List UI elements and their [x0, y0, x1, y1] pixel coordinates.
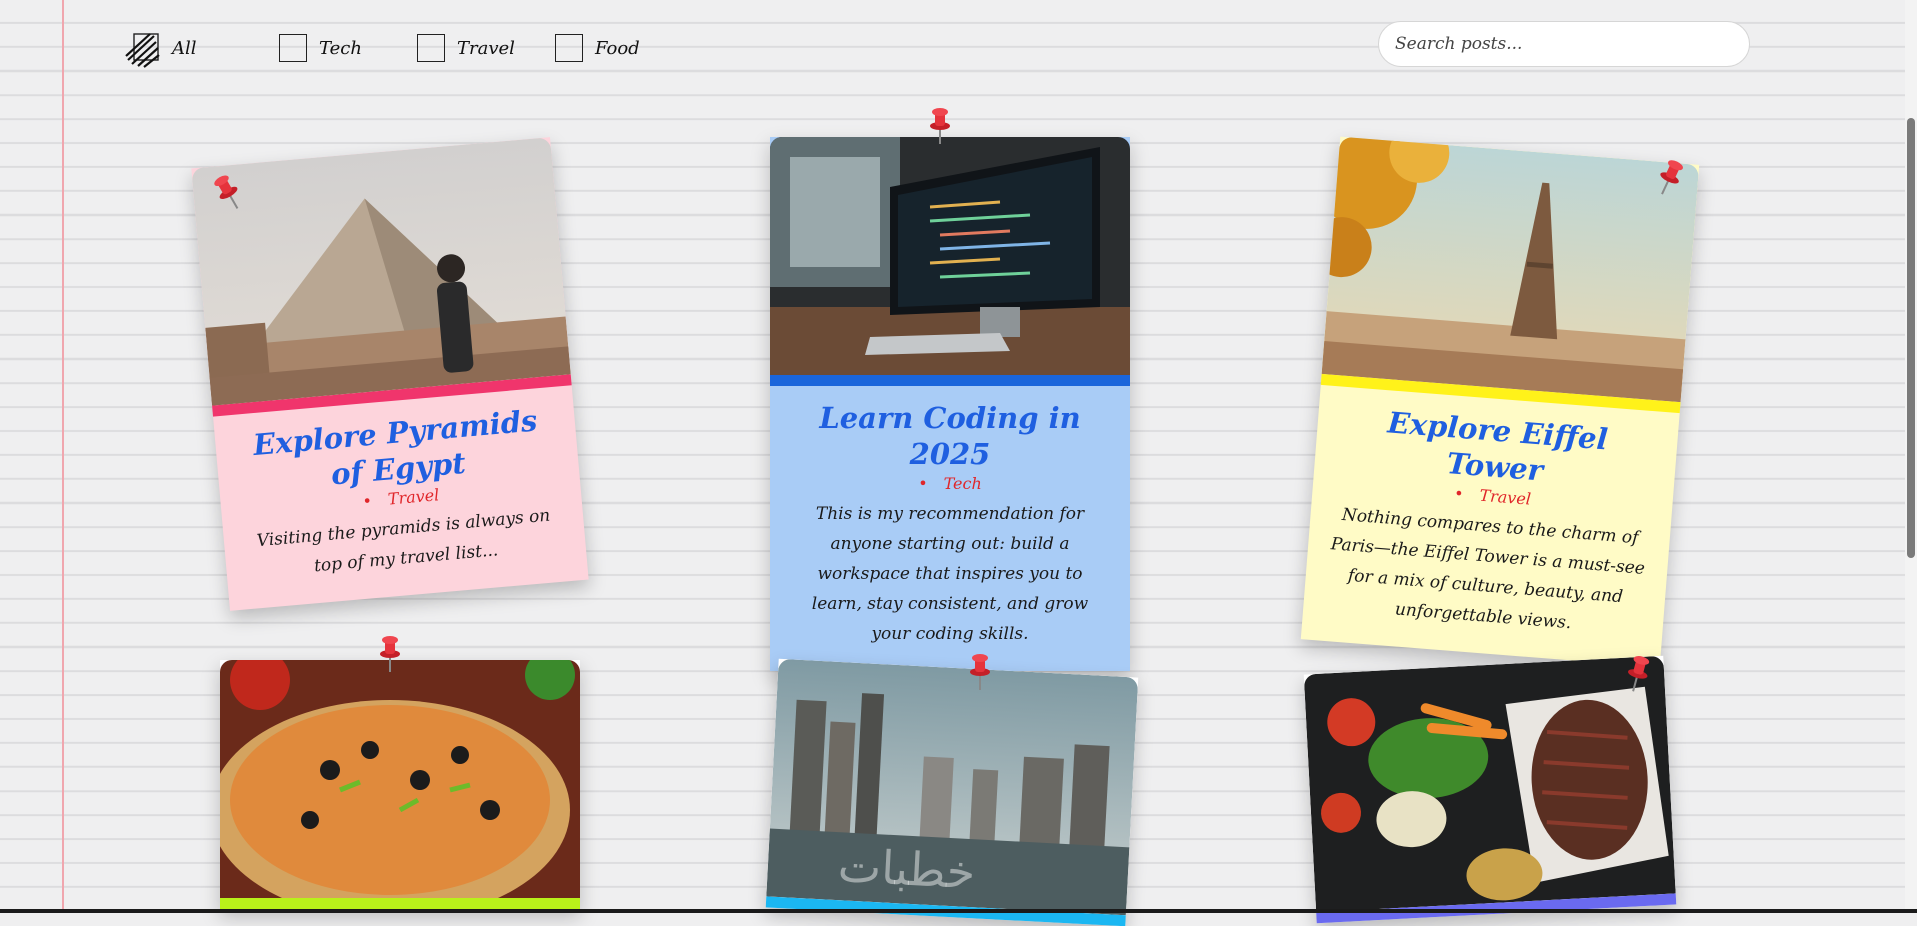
card-body: Explore Eiffel Tower Travel Nothing comp… [1301, 385, 1680, 667]
post-card-coding[interactable]: Learn Coding in 2025 Tech This is my rec… [770, 137, 1130, 671]
pushpin-icon [970, 654, 990, 690]
search-input[interactable] [1378, 21, 1750, 67]
card-body: Learn Coding in 2025 Tech This is my rec… [770, 386, 1130, 671]
post-excerpt: Nothing compares to the charm of Paris—t… [1330, 504, 1646, 634]
filter-food[interactable]: Food [555, 30, 640, 66]
card-color-stripe [770, 375, 1130, 386]
pizza-photo [220, 660, 580, 898]
filter-label-all: All [172, 37, 197, 59]
filter-checkbox-travel[interactable] [417, 34, 445, 62]
filter-label-food: Food [595, 37, 640, 59]
post-card-steak[interactable] [1303, 655, 1677, 924]
card-color-stripe [220, 898, 580, 909]
steak-vegetables-photo [1303, 655, 1676, 913]
pushpin-icon [380, 636, 400, 672]
computer-code-photo [770, 137, 1130, 375]
filter-travel[interactable]: Travel [417, 30, 515, 66]
watermark-text: خطبات [836, 838, 977, 900]
filter-checkbox-food[interactable] [555, 34, 583, 62]
filter-all[interactable]: All [125, 30, 197, 68]
notebook-margin-line [62, 0, 64, 913]
post-category: Tech [790, 474, 1110, 493]
scribble-check-icon [125, 33, 160, 68]
post-card-pizza[interactable] [220, 660, 580, 909]
pushpin-icon [930, 108, 950, 144]
pyramid-photo [191, 137, 571, 406]
city-marina-photo: خطبات [766, 658, 1139, 916]
post-excerpt: This is my recommendation for anyone sta… [811, 504, 1089, 644]
post-card-pyramids[interactable]: Explore Pyramids of Egypt Travel Visitin… [191, 137, 589, 611]
post-card-eiffel[interactable]: Explore Eiffel Tower Travel Nothing comp… [1300, 136, 1700, 668]
window-bottom-edge [0, 909, 1917, 913]
filter-checkbox-tech[interactable] [279, 34, 307, 62]
scrollbar-thumb[interactable] [1907, 118, 1915, 558]
filter-label-travel: Travel [457, 37, 515, 59]
post-card-city[interactable]: خطبات [765, 658, 1139, 926]
post-title[interactable]: Learn Coding in 2025 [790, 400, 1110, 472]
scrollbar[interactable] [1905, 0, 1917, 913]
filter-checkbox-all[interactable] [125, 33, 160, 68]
filter-tech[interactable]: Tech [279, 30, 362, 66]
eiffel-tower-photo [1321, 136, 1700, 403]
card-body: Explore Pyramids of Egypt Travel Visitin… [213, 385, 589, 611]
filter-label-tech: Tech [319, 37, 362, 59]
